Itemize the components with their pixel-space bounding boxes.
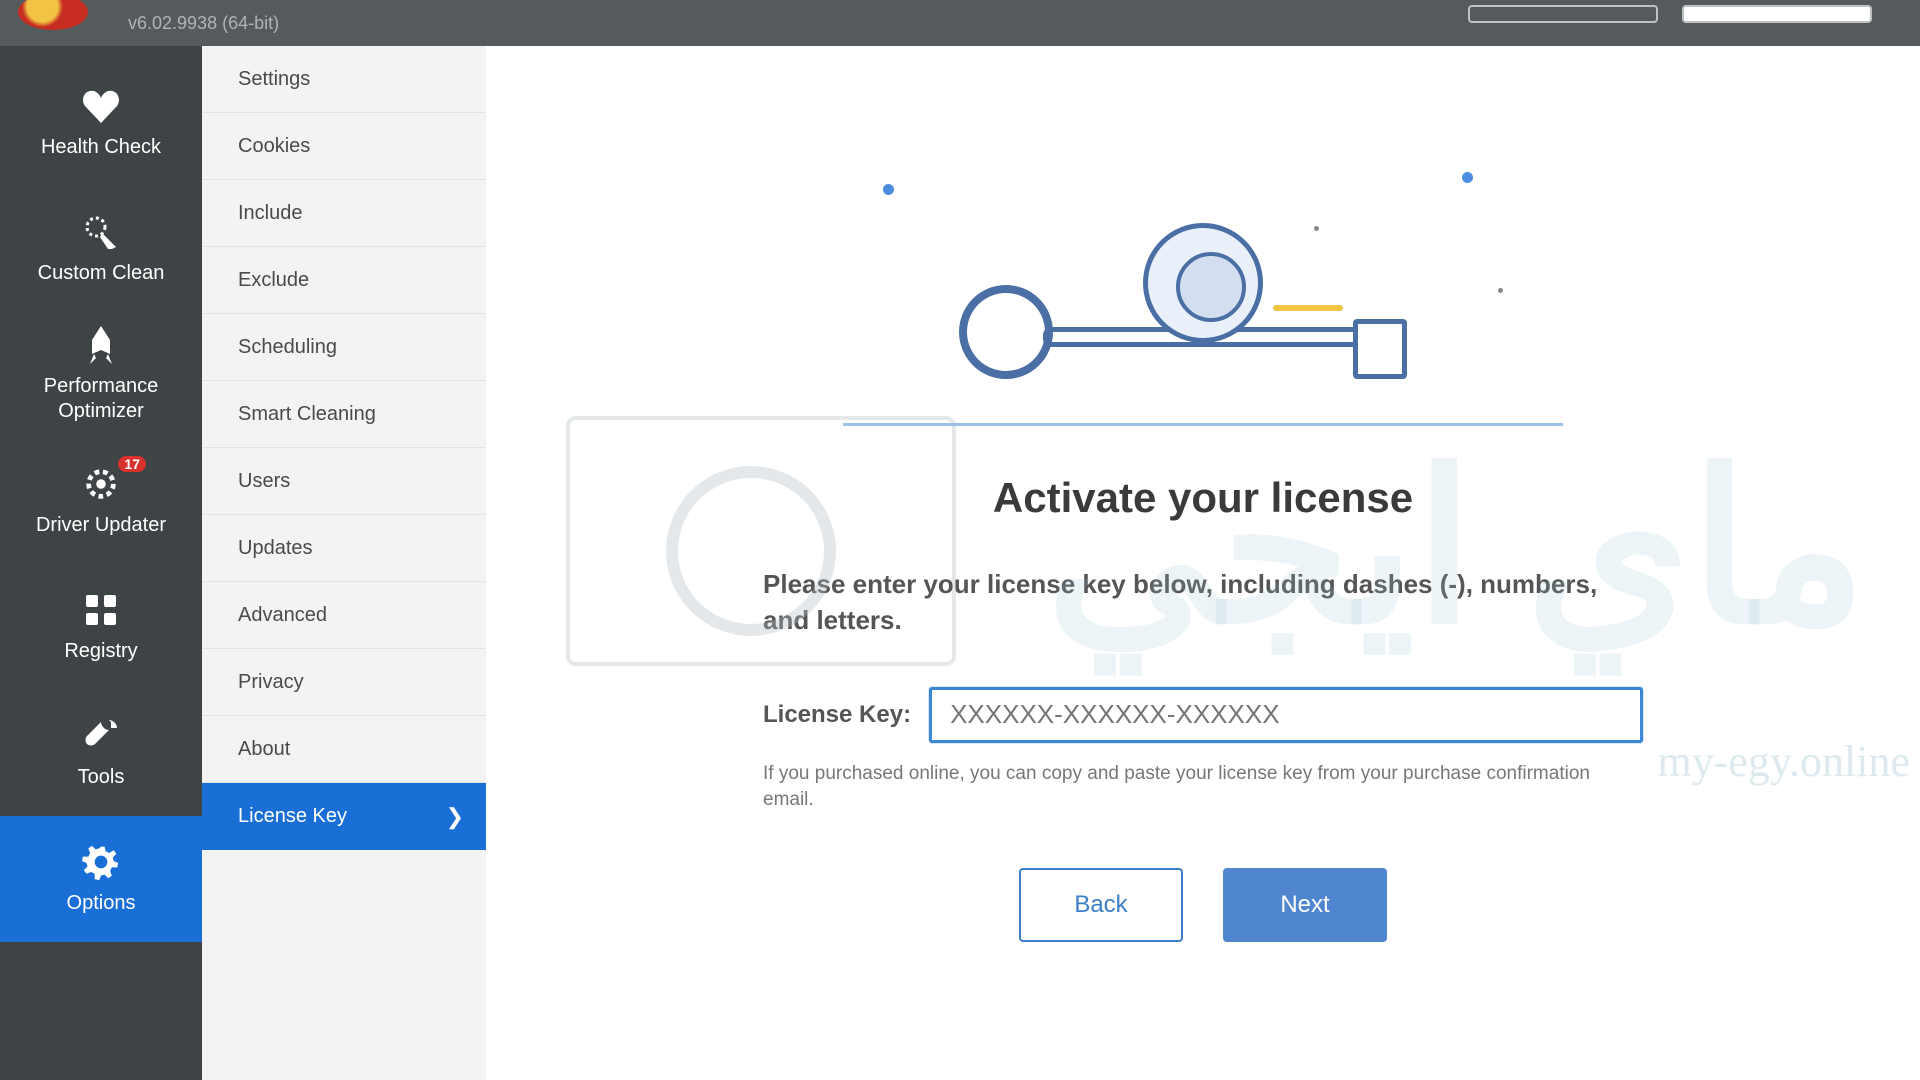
- sub-about[interactable]: About: [202, 716, 486, 783]
- sub-exclude[interactable]: Exclude: [202, 247, 486, 314]
- version-label: v6.02.9938 (64-bit): [128, 13, 279, 34]
- sub-label: Smart Cleaning: [238, 403, 376, 426]
- sub-label: Updates: [238, 537, 313, 560]
- titlebar-button-2[interactable]: [1682, 5, 1872, 23]
- sub-label: Include: [238, 202, 303, 225]
- sub-privacy[interactable]: Privacy: [202, 649, 486, 716]
- back-button[interactable]: Back: [1019, 868, 1183, 942]
- sidebar-primary: Health Check Custom Clean Performance Op…: [0, 46, 202, 1080]
- heart-icon: [82, 87, 120, 125]
- sub-label: Users: [238, 470, 290, 493]
- page-heading: Activate your license: [546, 474, 1860, 522]
- app-logo-icon: [18, 0, 88, 30]
- sub-label: Exclude: [238, 269, 309, 292]
- badge-count: 17: [118, 456, 146, 472]
- nav-registry[interactable]: Registry: [0, 564, 202, 690]
- license-key-label: License Key:: [763, 701, 911, 729]
- sub-label: Advanced: [238, 604, 327, 627]
- nav-health-check[interactable]: Health Check: [0, 60, 202, 186]
- sub-label: Settings: [238, 68, 310, 91]
- gear-icon: [82, 843, 120, 881]
- sub-label: License Key: [238, 805, 347, 828]
- nav-label: Health Check: [33, 135, 169, 160]
- sub-users[interactable]: Users: [202, 448, 486, 515]
- watermark-url: my-egy.online: [1657, 736, 1910, 787]
- nav-label: Driver Updater: [28, 513, 174, 538]
- nav-options[interactable]: Options: [0, 816, 202, 942]
- sub-smart-cleaning[interactable]: Smart Cleaning: [202, 381, 486, 448]
- button-row: Back Next: [546, 868, 1860, 942]
- gear-refresh-icon: [82, 465, 120, 503]
- sub-label: About: [238, 738, 290, 761]
- license-key-row: License Key:: [763, 687, 1643, 743]
- sub-label: Cookies: [238, 135, 310, 158]
- wrench-icon: [82, 717, 120, 755]
- nav-custom-clean[interactable]: Custom Clean: [0, 186, 202, 312]
- nav-performance-optimizer[interactable]: Performance Optimizer: [0, 312, 202, 438]
- sub-license-key[interactable]: License Key ❯: [202, 783, 486, 850]
- instruction-text: Please enter your license key below, inc…: [763, 566, 1643, 639]
- sub-updates[interactable]: Updates: [202, 515, 486, 582]
- sub-advanced[interactable]: Advanced: [202, 582, 486, 649]
- sub-label: Privacy: [238, 671, 304, 694]
- sub-label: Scheduling: [238, 336, 337, 359]
- chevron-right-icon: ❯: [446, 804, 464, 830]
- rocket-icon: [82, 326, 120, 364]
- grid-icon: [82, 591, 120, 629]
- nav-label: Options: [59, 891, 144, 916]
- sub-include[interactable]: Include: [202, 180, 486, 247]
- sub-cookies[interactable]: Cookies: [202, 113, 486, 180]
- hint-text: If you purchased online, you can copy an…: [763, 761, 1643, 814]
- nav-label: Custom Clean: [30, 261, 173, 286]
- sub-scheduling[interactable]: Scheduling: [202, 314, 486, 381]
- titlebar: v6.02.9938 (64-bit): [0, 0, 1920, 46]
- nav-label: Registry: [56, 639, 145, 664]
- titlebar-button-1[interactable]: [1468, 5, 1658, 23]
- nav-tools[interactable]: Tools: [0, 690, 202, 816]
- next-button[interactable]: Next: [1223, 868, 1387, 942]
- sub-settings[interactable]: Settings: [202, 46, 486, 113]
- sidebar-secondary: Settings Cookies Include Exclude Schedul…: [202, 46, 486, 1080]
- nav-driver-updater[interactable]: 17 Driver Updater: [0, 438, 202, 564]
- broom-gear-icon: [82, 213, 120, 251]
- astronaut-key-icon: [1133, 223, 1273, 423]
- content-area: ماي ايجي my-egy.online Activate your lic…: [486, 46, 1920, 1080]
- activation-illustration: [843, 146, 1563, 426]
- nav-label: Performance Optimizer: [0, 374, 202, 424]
- license-key-input[interactable]: [929, 687, 1643, 743]
- nav-label: Tools: [70, 765, 133, 790]
